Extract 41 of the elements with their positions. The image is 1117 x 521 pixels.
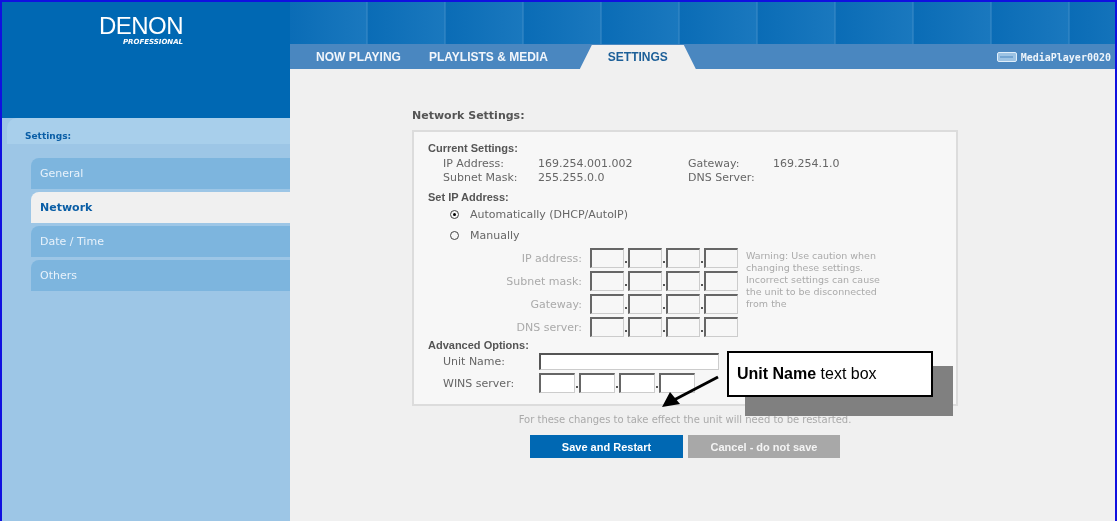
callout-arrow (660, 374, 720, 410)
nav-tab[interactable]: NOW PLAYING (316, 50, 429, 69)
radio-label: Manually (470, 229, 520, 242)
form-button[interactable]: Cancel - do not save (688, 435, 840, 458)
section-title: Network Settings: (412, 109, 526, 122)
sidebar-item[interactable]: Others (31, 260, 290, 291)
form-button[interactable]: Save and Restart (530, 435, 683, 458)
setting-label: Gateway: (688, 157, 741, 171)
callout-label: Unit Name text box (727, 351, 933, 397)
setting-value: 255.255.0.0 (538, 171, 606, 185)
nav-tab[interactable]: PLAYLISTS & MEDIA (428, 50, 576, 69)
field-label: Gateway: (529, 297, 583, 311)
warning-text: Warning: Use caution when changing these settings. Incorrect settings can cause the unit to be disconnected from the (746, 249, 881, 311)
group-heading: Set IP Address: (428, 191, 510, 203)
octet-field[interactable] (539, 373, 575, 393)
setting-value: 169.254.1.0 (773, 157, 841, 171)
sidebar-item[interactable]: Network (31, 192, 290, 223)
field-label: DNS server: (515, 320, 583, 334)
field-label: Unit Name: (443, 355, 507, 368)
octet-field[interactable] (659, 373, 695, 393)
octet-field[interactable] (579, 373, 615, 393)
radio-label: Automatically (DHCP/AutoIP) (470, 208, 629, 221)
setting-label: DNS Server: (688, 171, 756, 185)
sidebar-item[interactable]: General (31, 158, 290, 189)
nav-tab[interactable]: SETTINGS (579, 45, 696, 69)
setting-value: 169.254.001.002 (538, 157, 634, 171)
setting-label: Subnet Mask: (443, 171, 519, 185)
brand-logo: DENON (98, 14, 184, 38)
group-heading: Advanced Options: (428, 339, 530, 351)
sidebar-title: Settings: (25, 131, 72, 141)
setting-label: IP Address: (443, 157, 505, 171)
group-heading: Current Settings: (428, 142, 519, 154)
field-label: IP address: (520, 251, 583, 265)
field-label: WINS server: (443, 376, 516, 390)
field-label: Subnet mask: (505, 274, 583, 288)
sidebar-item[interactable]: Date / Time (31, 226, 290, 257)
device-name: MediaPlayer0020 (1020, 52, 1112, 65)
device-icon (996, 52, 1017, 62)
octet-field[interactable] (619, 373, 655, 393)
restart-note: For these changes to take effect the unit will need to be restarted. (517, 413, 853, 427)
unit-name-field[interactable] (539, 353, 719, 370)
